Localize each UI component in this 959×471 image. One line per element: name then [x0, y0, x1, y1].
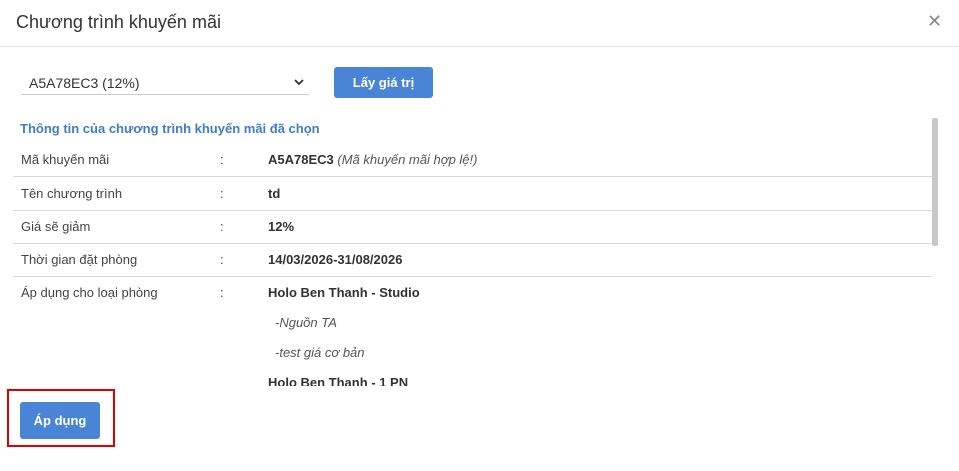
details-scrollbar[interactable] [932, 118, 938, 246]
promo-details-panel[interactable]: Mã khuyến mãi : A5A78EC3 (Mã khuyến mãi … [13, 143, 932, 386]
rate-plan: -Nguồn TA [275, 315, 337, 330]
detail-label: Áp dụng cho loại phòng [21, 285, 158, 300]
get-value-button[interactable]: Lấy giá trị [334, 67, 433, 98]
detail-label: Giá sẽ giảm [21, 219, 91, 234]
room-type-name: Holo Ben Thanh - Studio [268, 285, 420, 300]
promo-select-value: A5A78EC3 (12%) [29, 75, 140, 91]
apply-highlight-box [7, 389, 115, 447]
section-title: Thông tin của chương trình khuyến mãi đã… [20, 121, 320, 136]
detail-colon: : [220, 219, 224, 234]
detail-value: 14/03/2026-31/08/2026 [268, 252, 403, 267]
promo-code-select[interactable]: A5A78EC3 (12%) [21, 70, 309, 95]
detail-row-code: Mã khuyến mãi : A5A78EC3 (Mã khuyến mãi … [13, 143, 932, 177]
detail-row-period: Thời gian đặt phòng : 14/03/2026-31/08/2… [13, 243, 932, 277]
detail-row-name: Tên chương trình : td [13, 177, 932, 211]
detail-label: Tên chương trình [21, 186, 123, 201]
room-type-name: Holo Ben Thanh - 1 PN [268, 375, 409, 386]
detail-value: 12% [268, 219, 295, 234]
detail-row-room-types: Áp dụng cho loại phòng : Holo Ben Thanh … [13, 276, 932, 386]
detail-colon: : [220, 186, 224, 201]
close-icon[interactable]: ✕ [927, 10, 942, 32]
rate-plan: -test giá cơ bản [275, 345, 365, 360]
detail-row-discount: Giá sẽ giảm : 12% [13, 210, 932, 244]
promo-valid-note: (Mã khuyến mãi hợp lệ!) [337, 152, 478, 167]
chevron-down-icon [293, 72, 305, 95]
detail-colon: : [220, 152, 224, 167]
detail-value: A5A78EC3 (Mã khuyến mãi hợp lệ!) [268, 152, 477, 167]
modal-header: Chương trình khuyến mãi ✕ [0, 0, 959, 47]
promo-code-value: A5A78EC3 [268, 152, 334, 167]
detail-label: Mã khuyến mãi [21, 152, 110, 167]
detail-colon: : [220, 252, 224, 267]
promo-modal: Chương trình khuyến mãi ✕ A5A78EC3 (12%)… [0, 0, 959, 471]
modal-title: Chương trình khuyến mãi [16, 12, 221, 32]
detail-value: td [268, 186, 281, 201]
detail-colon: : [220, 285, 224, 300]
detail-label: Thời gian đặt phòng [21, 252, 138, 267]
